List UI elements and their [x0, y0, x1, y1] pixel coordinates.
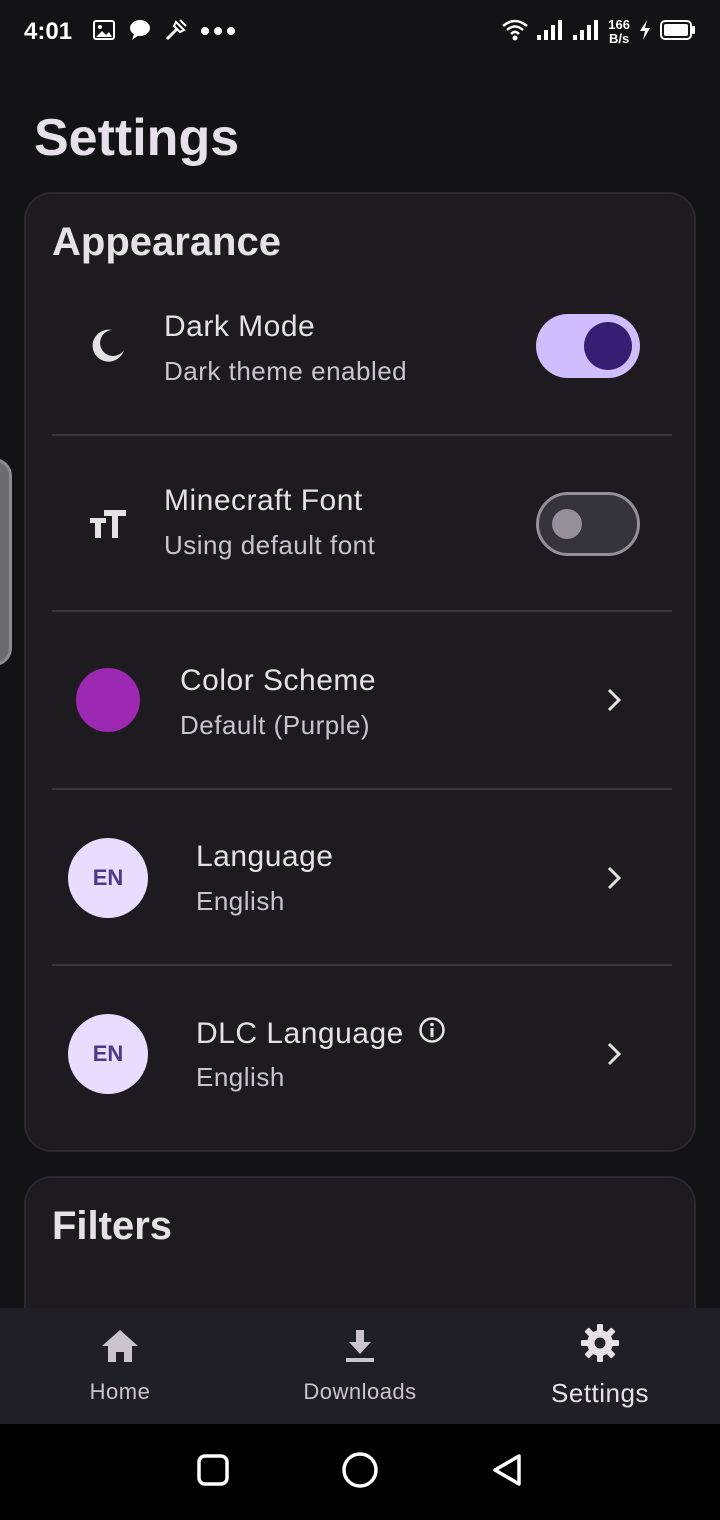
info-icon[interactable]: [418, 1016, 446, 1052]
status-bar: 4:01 166 B/s: [0, 0, 720, 64]
dark-mode-switch[interactable]: [536, 314, 640, 378]
minecraft-font-row[interactable]: Minecraft Font Using default font: [52, 436, 672, 612]
dark-mode-subtitle: Dark theme enabled: [164, 356, 408, 386]
system-navigation-bar: [0, 1424, 720, 1520]
dark-mode-row[interactable]: Dark Mode Dark theme enabled: [52, 258, 672, 434]
language-title: Language: [196, 840, 334, 873]
nav-downloads-label: Downloads: [303, 1378, 417, 1404]
gear-icon: [580, 1323, 620, 1368]
battery-icon: [660, 19, 696, 45]
color-scheme-row[interactable]: Color Scheme Default (Purple): [52, 612, 672, 788]
status-time: 4:01: [24, 18, 73, 45]
home-button[interactable]: [340, 1450, 380, 1495]
color-scheme-subtitle: Default (Purple): [180, 710, 371, 740]
status-left: 4:01: [24, 18, 236, 47]
charging-icon: [638, 19, 652, 46]
minecraft-font-switch[interactable]: [536, 492, 640, 556]
more-notifications-icon: [200, 23, 236, 41]
signal-icon: [536, 19, 564, 46]
color-scheme-title: Color Scheme: [180, 664, 377, 697]
edge-panel-handle[interactable]: [0, 458, 12, 666]
language-badge-wrap: EN: [68, 838, 148, 918]
page-title: Settings: [34, 109, 240, 167]
wifi-icon: [502, 19, 529, 46]
bottom-navigation: Home Downloads Settings: [0, 1308, 720, 1424]
dlc-language-badge: EN: [68, 1014, 148, 1094]
signal-icon-2: [572, 19, 600, 46]
language-subtitle: English: [196, 886, 285, 916]
nav-settings[interactable]: Settings: [480, 1308, 720, 1424]
minecraft-font-title: Minecraft Font: [164, 484, 363, 517]
network-speed-unit: B/s: [609, 31, 630, 46]
dlc-language-badge-wrap: EN: [68, 1014, 148, 1094]
image-notification-icon: [92, 18, 116, 47]
appearance-card: Appearance Dark Mode Dark theme enabled …: [24, 192, 696, 1152]
chevron-right-icon: [607, 688, 622, 712]
nav-settings-label: Settings: [551, 1378, 649, 1408]
download-icon: [343, 1328, 377, 1369]
chevron-right-icon: [607, 1042, 622, 1066]
color-dot: [76, 668, 140, 732]
dlc-language-row[interactable]: EN DLC Language English: [52, 966, 672, 1142]
recents-button[interactable]: [195, 1452, 231, 1493]
filters-heading: Filters: [52, 1204, 173, 1248]
chat-notification-icon: [128, 18, 152, 47]
network-speed: 166 B/s: [608, 18, 630, 46]
network-speed-value: 166: [608, 17, 630, 32]
text-size-icon: [88, 506, 128, 542]
minecraft-font-switch-knob: [552, 509, 582, 539]
dark-mode-title: Dark Mode: [164, 310, 316, 343]
nav-home-label: Home: [89, 1378, 151, 1404]
dlc-language-title-wrap: DLC Language: [196, 1016, 446, 1052]
dark-mode-switch-knob: [584, 322, 632, 370]
dlc-language-subtitle: English: [196, 1062, 285, 1092]
dlc-language-title: DLC Language: [196, 1017, 404, 1050]
chevron-right-icon: [607, 866, 622, 890]
status-right: 166 B/s: [502, 18, 696, 46]
back-button[interactable]: [489, 1452, 525, 1493]
home-icon: [100, 1328, 140, 1369]
color-scheme-swatch: [76, 668, 140, 732]
minecraft-font-subtitle: Using default font: [164, 530, 376, 560]
moon-icon: [88, 326, 128, 366]
language-badge: EN: [68, 838, 148, 918]
language-row[interactable]: EN Language English: [52, 790, 672, 966]
nav-home[interactable]: Home: [0, 1308, 240, 1424]
nav-downloads[interactable]: Downloads: [240, 1308, 480, 1424]
tool-notification-icon: [164, 18, 188, 47]
